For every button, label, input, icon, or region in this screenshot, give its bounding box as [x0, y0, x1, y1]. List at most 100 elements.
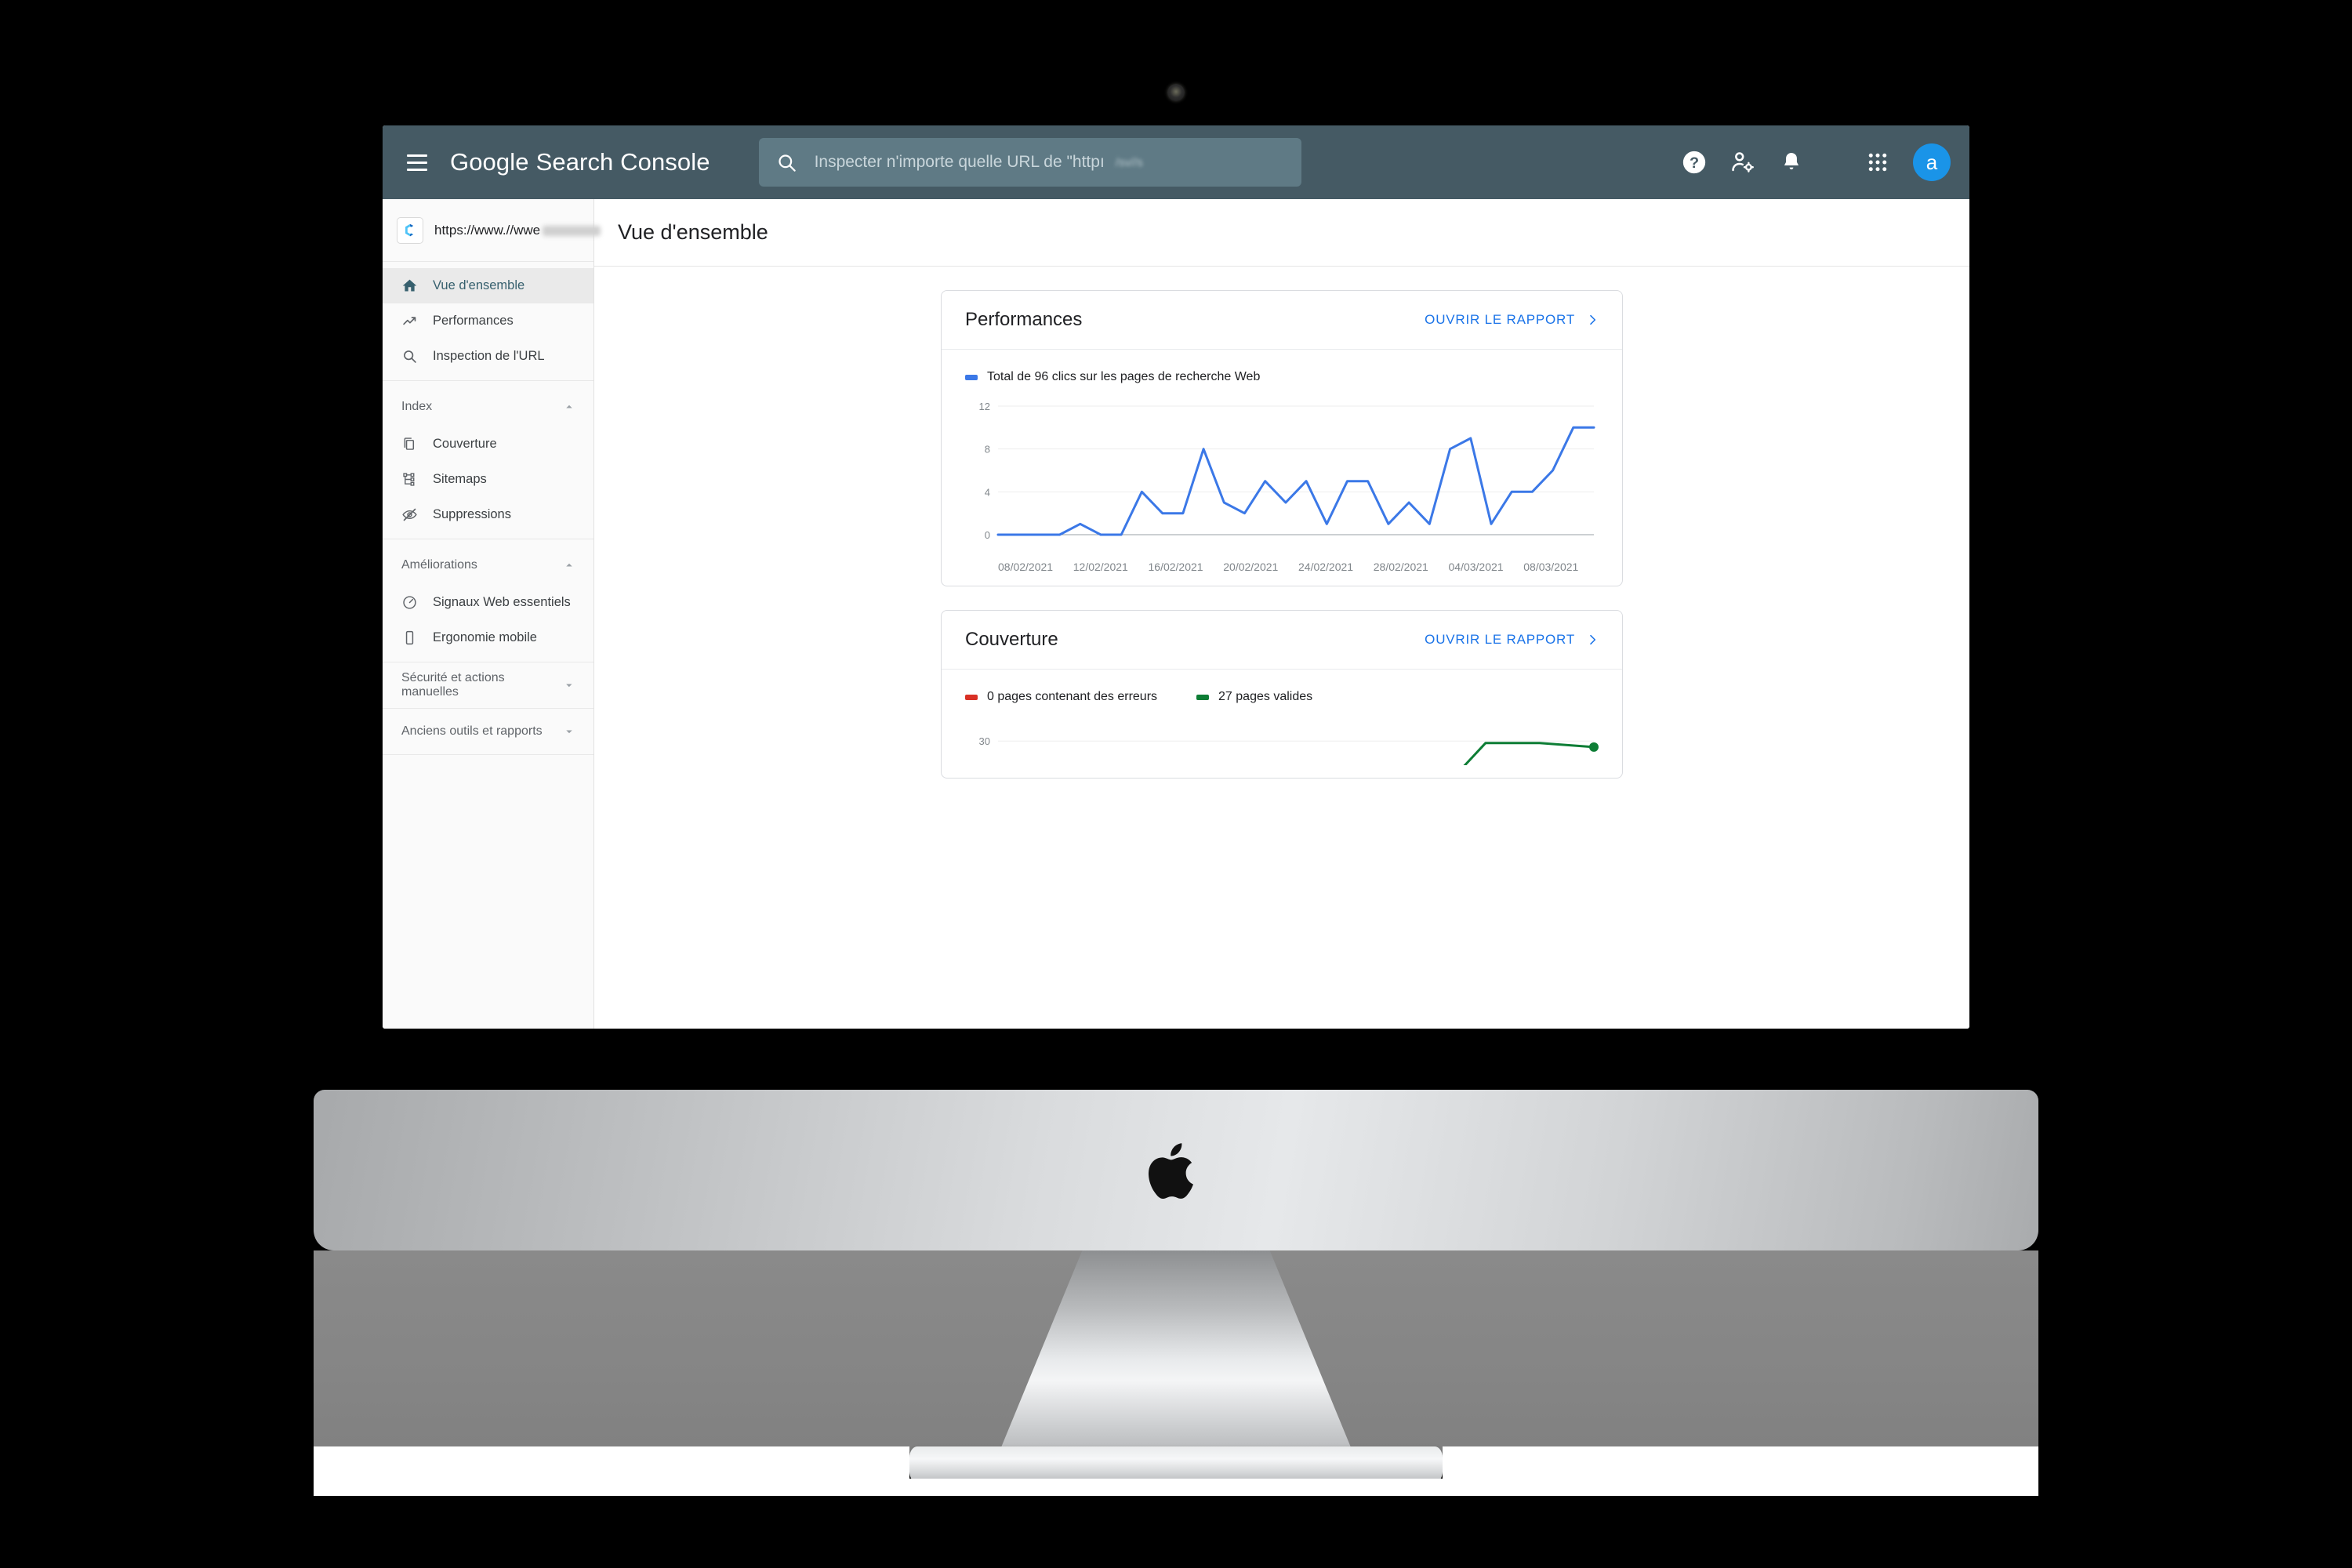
legend-item-clics[interactable]: Total de 96 clics sur les pages de reche…	[965, 370, 1260, 384]
sitemap-tree-icon	[401, 471, 422, 488]
performances-card-body: Total de 96 clics sur les pages de reche…	[942, 350, 1622, 586]
sidebar-item-label: Ergonomie mobile	[433, 630, 537, 644]
screenshot-stage: Google Search Console Inspecter n'importe…	[0, 0, 2352, 1568]
app-brand: Google Search Console	[450, 148, 710, 176]
svg-text:4: 4	[985, 486, 990, 498]
chevron-down-icon	[566, 684, 572, 688]
pages-copy-icon	[401, 436, 422, 452]
apps-grid-icon[interactable]	[1853, 138, 1902, 187]
sidebar-item-label: Performances	[433, 314, 514, 328]
sidebar-item-couverture[interactable]: Couverture	[383, 426, 593, 462]
x-axis-tick-label: 20/02/2021	[1223, 561, 1279, 573]
performances-x-axis-labels: 08/02/2021 12/02/2021 16/02/2021 20/02/2021…	[998, 561, 1599, 573]
trending-up-icon	[401, 313, 422, 329]
legend-swatch	[1196, 694, 1210, 700]
section-header-anciens-outils[interactable]: Anciens outils et rapports	[383, 709, 593, 754]
notifications-bell-icon[interactable]	[1767, 138, 1816, 187]
performances-legend: Total de 96 clics sur les pages de reche…	[965, 370, 1599, 384]
search-placeholder: Inspecter n'importe quelle URL de "httpı	[814, 153, 1105, 171]
sidebar-item-label: Suppressions	[433, 507, 511, 521]
cards-container: Performances OUVRIR LE RAPPORT Total de …	[594, 267, 1969, 779]
section-header-ameliorations[interactable]: Améliorations	[383, 546, 593, 585]
site-logo-c-icon	[397, 216, 423, 244]
chevron-down-icon	[566, 730, 572, 734]
search-icon	[778, 154, 796, 172]
x-axis-tick-label: 08/02/2021	[998, 561, 1054, 573]
desk-surface-bottom	[314, 1479, 2038, 1496]
open-report-label: OUVRIR LE RAPPORT	[1425, 632, 1575, 647]
section-title: Améliorations	[401, 558, 477, 572]
sidebar-section-anciens-outils: Anciens outils et rapports	[383, 709, 593, 755]
couverture-card-header: Couverture OUVRIR LE RAPPORT	[942, 611, 1622, 670]
performances-chart: 0 4 8 12	[965, 395, 1599, 556]
home-icon	[401, 278, 422, 294]
account-settings-icon[interactable]	[1719, 138, 1767, 187]
sidebar-item-sitemaps[interactable]: Sitemaps	[383, 462, 593, 497]
performances-line-chart: 0 4 8 12	[979, 401, 1595, 541]
app-header: Google Search Console Inspecter n'importe…	[383, 125, 1969, 199]
search-icon	[401, 348, 422, 365]
card-title: Couverture	[965, 629, 1058, 650]
chevron-right-icon	[1590, 634, 1596, 645]
webcam-icon	[1167, 84, 1185, 101]
section-header-securite[interactable]: Sécurité et actions manuelles	[383, 662, 593, 708]
x-axis-tick-label: 04/03/2021	[1448, 561, 1504, 573]
sidebar-item-inspection-url[interactable]: Inspection de l'URL	[383, 339, 593, 374]
couverture-legend: 0 pages contenant des erreurs 27 pages v…	[965, 690, 1599, 704]
property-selector[interactable]: https://www.//wwe	[383, 199, 601, 262]
sidebar-item-label: Vue d'ensemble	[433, 278, 525, 292]
couverture-chart: 30	[965, 715, 1599, 765]
monitor-stand-base	[909, 1446, 1443, 1483]
open-report-label: OUVRIR LE RAPPORT	[1425, 312, 1575, 327]
property-url-blurred	[543, 225, 601, 236]
brand-google: Google	[450, 148, 529, 176]
sidebar: https://www.//wwe Vue d'ensemble Perform…	[383, 199, 601, 1029]
app-body: https://www.//wwe Vue d'ensemble Perform…	[383, 199, 1969, 1029]
speedometer-icon	[401, 594, 422, 611]
sidebar-item-signaux-web-essentiels[interactable]: Signaux Web essentiels	[383, 585, 593, 620]
legend-label: 0 pages contenant des erreurs	[987, 690, 1158, 703]
svg-text:8: 8	[985, 444, 990, 456]
hamburger-menu-icon[interactable]	[401, 147, 433, 178]
couverture-card-body: 0 pages contenant des erreurs 27 pages v…	[942, 670, 1622, 778]
page-title: Vue d'ensemble	[618, 220, 768, 244]
avatar[interactable]: a	[1913, 143, 1951, 181]
legend-label: 27 pages valides	[1218, 690, 1313, 703]
sidebar-item-performances[interactable]: Performances	[383, 303, 593, 339]
search-input[interactable]: Inspecter n'importe quelle URL de "httpı…	[758, 138, 1301, 187]
x-axis-tick-label: 24/02/2021	[1298, 561, 1354, 573]
x-axis-tick-label: 08/03/2021	[1523, 561, 1579, 573]
section-title: Anciens outils et rapports	[401, 724, 543, 738]
chevron-up-icon	[566, 405, 572, 408]
chevron-right-icon	[1590, 314, 1596, 325]
legend-swatch	[965, 694, 978, 700]
section-header-index[interactable]: Index	[383, 387, 593, 426]
sidebar-item-vue-densemble[interactable]: Vue d'ensemble	[383, 268, 593, 303]
sidebar-section-index: Index Couverture Sitemaps Suppressions	[383, 381, 593, 539]
open-report-link-performances[interactable]: OUVRIR LE RAPPORT	[1425, 312, 1599, 328]
x-axis-tick-label: 28/02/2021	[1373, 561, 1428, 573]
legend-swatch	[965, 374, 978, 380]
legend-item-erreurs[interactable]: 0 pages contenant des erreurs	[965, 690, 1157, 704]
chevron-up-icon	[566, 563, 572, 567]
help-icon[interactable]: ?	[1670, 138, 1719, 187]
svg-text:30: 30	[979, 735, 990, 747]
legend-item-valides[interactable]: 27 pages valides	[1196, 690, 1312, 704]
sidebar-item-suppressions[interactable]: Suppressions	[383, 497, 593, 532]
apple-logo-icon	[1149, 1143, 1193, 1200]
search-blurred-suffix: /sv//s	[1115, 155, 1143, 169]
mobile-phone-icon	[401, 630, 422, 646]
section-title: Sécurité et actions manuelles	[401, 671, 505, 699]
svg-text:0: 0	[985, 529, 990, 541]
eye-off-icon	[401, 506, 422, 523]
sidebar-item-ergonomie-mobile[interactable]: Ergonomie mobile	[383, 620, 593, 655]
sidebar-item-label: Inspection de l'URL	[433, 349, 545, 363]
card-title: Performances	[965, 309, 1083, 330]
open-report-link-couverture[interactable]: OUVRIR LE RAPPORT	[1425, 632, 1599, 648]
legend-label: Total de 96 clics sur les pages de reche…	[987, 370, 1261, 383]
couverture-line-chart: 30	[979, 735, 1599, 765]
section-title: Index	[401, 400, 433, 413]
main-content: Vue d'ensemble Performances OUVRIR LE RA…	[594, 199, 1969, 1029]
brand-product: Search Console	[535, 148, 710, 176]
svg-text:12: 12	[979, 401, 990, 412]
